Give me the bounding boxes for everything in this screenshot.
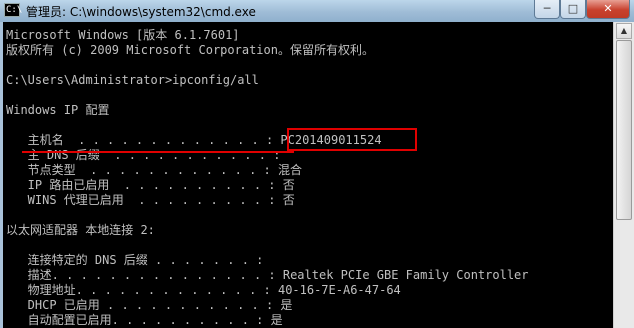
console-line-autoconfig: 自动配置已启用. . . . . . . . . . : 是 xyxy=(6,313,283,327)
console-line-version: Microsoft Windows [版本 6.1.7601] xyxy=(6,28,240,42)
close-button[interactable]: ✕ xyxy=(586,0,630,19)
vertical-scrollbar[interactable]: ▲ xyxy=(613,22,634,328)
console-line-node-type: 节点类型 . . . . . . . . . . . . : 混合 xyxy=(6,163,302,177)
console-line-conn-dns: 连接特定的 DNS 后缀 . . . . . . . : xyxy=(6,253,264,267)
cmd-app-icon[interactable]: C:\ xyxy=(4,3,22,17)
console-output[interactable]: Microsoft Windows [版本 6.1.7601] 版权所有 (c)… xyxy=(3,22,613,328)
console-line-wins-proxy: WINS 代理已启用 . . . . . . . . . : 否 xyxy=(6,193,295,207)
title-bar[interactable]: C:\ 管理员: C:\windows\system32\cmd.exe ─ □… xyxy=(0,0,634,23)
console-line-command: C:\Users\Administrator>ipconfig/all xyxy=(6,73,259,87)
window-title: 管理员: C:\windows\system32\cmd.exe xyxy=(26,5,256,19)
console-line-description: 描述. . . . . . . . . . . . . . . : Realte… xyxy=(6,268,529,282)
scrollbar-thumb[interactable] xyxy=(616,40,632,220)
hostname-underline-mark xyxy=(22,151,294,153)
console-line-mac-address: 物理地址. . . . . . . . . . . . . : 40-16-7E… xyxy=(6,283,401,297)
console-line-copyright: 版权所有 (c) 2009 Microsoft Corporation。保留所有… xyxy=(6,43,374,57)
maximize-button[interactable]: □ xyxy=(560,0,586,19)
console-line-dhcp: DHCP 已启用 . . . . . . . . . . . : 是 xyxy=(6,298,293,312)
hostname-highlight-box xyxy=(287,128,417,151)
console-line-ip-routing: IP 路由已启用 . . . . . . . . . . : 否 xyxy=(6,178,295,192)
minimize-button[interactable]: ─ xyxy=(534,0,560,19)
console-line-ip-config: Windows IP 配置 xyxy=(6,103,110,117)
cmd-window: C:\ 管理员: C:\windows\system32\cmd.exe ─ □… xyxy=(0,0,634,328)
console-line-adapter: 以太网适配器 本地连接 2: xyxy=(6,223,155,237)
scroll-up-arrow-icon[interactable]: ▲ xyxy=(616,23,632,39)
